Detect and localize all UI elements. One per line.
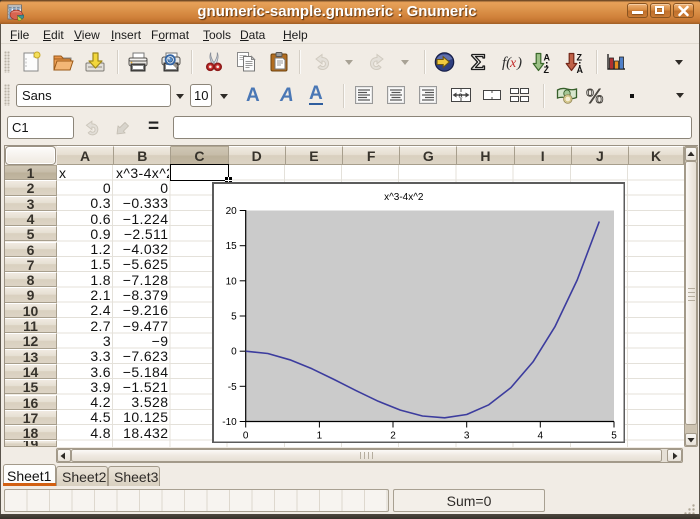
svg-text:5: 5 bbox=[231, 311, 237, 322]
svg-text:-10: -10 bbox=[222, 417, 237, 428]
svg-text:A: A bbox=[544, 53, 551, 63]
svg-text:3: 3 bbox=[463, 430, 469, 441]
svg-text:-5: -5 bbox=[227, 381, 236, 392]
svg-text:5: 5 bbox=[611, 430, 617, 441]
svg-text:4: 4 bbox=[537, 430, 543, 441]
svg-text:1: 1 bbox=[316, 430, 322, 441]
svg-text:0: 0 bbox=[242, 430, 248, 441]
svg-text:): ) bbox=[516, 55, 522, 71]
svg-text:A: A bbox=[577, 65, 584, 74]
svg-text:2: 2 bbox=[390, 430, 396, 441]
svg-text:Z: Z bbox=[544, 65, 550, 74]
svg-text:15: 15 bbox=[225, 241, 237, 252]
svg-text:20: 20 bbox=[225, 206, 237, 217]
svg-text:%: % bbox=[586, 84, 604, 107]
svg-text:Z: Z bbox=[577, 53, 583, 63]
svg-text:a: a bbox=[459, 93, 463, 100]
svg-text:x: x bbox=[509, 56, 517, 71]
svg-text:0: 0 bbox=[231, 346, 237, 357]
svg-text:x^3-4x^2: x^3-4x^2 bbox=[384, 192, 424, 203]
svg-text:10: 10 bbox=[225, 276, 237, 287]
